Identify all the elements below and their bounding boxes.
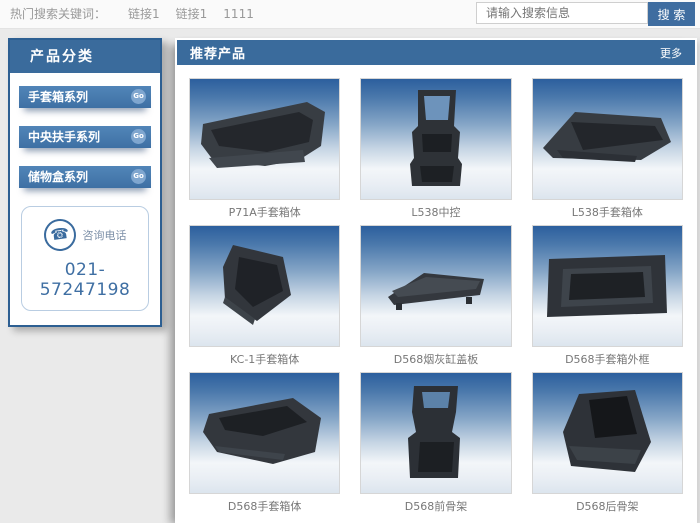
product-card: L538中控: [360, 78, 511, 219]
product-caption[interactable]: D568手套箱体: [189, 500, 340, 513]
product-image[interactable]: [532, 78, 683, 200]
sidebar-title: 产品分类: [10, 40, 160, 73]
product-card: KC-1手套箱体: [189, 225, 340, 366]
product-image[interactable]: [360, 225, 511, 347]
topbar-link[interactable]: 链接1: [128, 7, 160, 21]
sidebar-item-2[interactable]: 储物盒系列 Go: [19, 166, 151, 188]
product-card: L538手套箱体: [532, 78, 683, 219]
product-caption[interactable]: D568前骨架: [360, 500, 511, 513]
search-input[interactable]: [476, 2, 648, 24]
search-bar: 搜 索: [476, 2, 695, 26]
product-caption[interactable]: L538中控: [360, 206, 511, 219]
product-card: P71A手套箱体: [189, 78, 340, 219]
sidebar: 产品分类 手套箱系列 Go 中央扶手系列 Go 储物盒系列 Go ☎ 咨询电话 021-5…: [8, 38, 162, 327]
hot-keywords: 热门搜索关键词： 链接1 链接1 1111: [10, 0, 254, 28]
product-caption[interactable]: KC-1手套箱体: [189, 353, 340, 366]
phone-card: ☎ 咨询电话 021-57247198: [21, 206, 149, 311]
sidebar-item-0[interactable]: 手套箱系列 Go: [19, 86, 151, 108]
section-header: 推荐产品 更多: [177, 40, 695, 65]
product-image[interactable]: [532, 372, 683, 494]
sidebar-item-1[interactable]: 中央扶手系列 Go: [19, 126, 151, 148]
sidebar-item-label: 中央扶手系列: [28, 130, 100, 144]
product-image[interactable]: [189, 372, 340, 494]
phone-label: 咨询电话: [83, 227, 127, 243]
product-caption[interactable]: P71A手套箱体: [189, 206, 340, 219]
topbar: 热门搜索关键词： 链接1 链接1 1111 搜 索: [0, 0, 700, 29]
topbar-link[interactable]: 1111: [223, 7, 254, 21]
sidebar-item-label: 手套箱系列: [28, 90, 88, 104]
go-icon[interactable]: Go: [131, 169, 146, 184]
topbar-link[interactable]: 链接1: [176, 7, 208, 21]
product-card: D568手套箱外框: [532, 225, 683, 366]
product-image[interactable]: [189, 78, 340, 200]
product-image[interactable]: [189, 225, 340, 347]
product-caption[interactable]: D568烟灰缸盖板: [360, 353, 511, 366]
product-caption[interactable]: L538手套箱体: [532, 206, 683, 219]
hot-keywords-label: 热门搜索关键词：: [10, 7, 106, 21]
product-card: D568手套箱体: [189, 372, 340, 513]
product-card: D568前骨架: [360, 372, 511, 513]
content-panel: 推荐产品 更多 P71A手套箱体 L538中控 L538手套箱体 KC-1手套箱体 D5…: [175, 38, 697, 523]
go-icon[interactable]: Go: [131, 89, 146, 104]
product-card: D568后骨架: [532, 372, 683, 513]
product-caption[interactable]: D568手套箱外框: [532, 353, 683, 366]
go-icon[interactable]: Go: [131, 129, 146, 144]
sidebar-item-label: 储物盒系列: [28, 170, 88, 184]
sidebar-items: 手套箱系列 Go 中央扶手系列 Go 储物盒系列 Go: [10, 73, 160, 188]
search-button[interactable]: 搜 索: [648, 2, 695, 26]
section-title: 推荐产品: [190, 43, 246, 62]
phone-number: 021-57247198: [26, 260, 144, 300]
product-image[interactable]: [532, 225, 683, 347]
product-caption[interactable]: D568后骨架: [532, 500, 683, 513]
more-link[interactable]: 更多: [660, 45, 682, 61]
product-grid: P71A手套箱体 L538中控 L538手套箱体 KC-1手套箱体 D568烟灰缸盖板 D…: [177, 65, 695, 519]
phone-icon: ☎: [41, 217, 77, 253]
product-image[interactable]: [360, 78, 511, 200]
product-card: D568烟灰缸盖板: [360, 225, 511, 366]
product-image[interactable]: [360, 372, 511, 494]
